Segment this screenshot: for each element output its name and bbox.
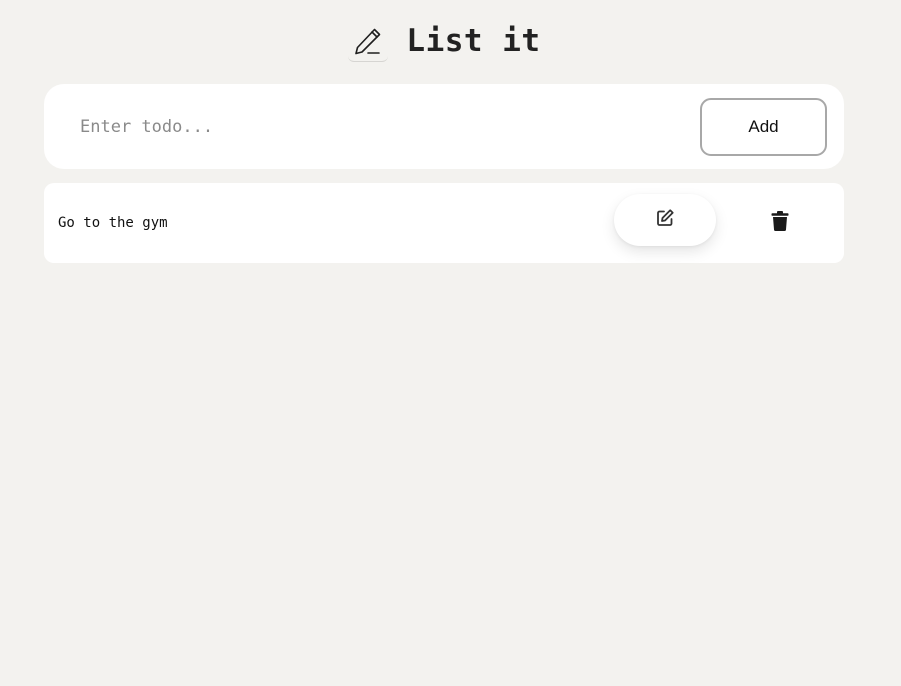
todo-input[interactable]	[80, 116, 700, 137]
edit-button[interactable]	[614, 194, 716, 246]
pencil-icon	[348, 20, 389, 62]
todo-input-card: Add	[44, 84, 844, 169]
todo-text: Go to the gym	[58, 215, 168, 231]
trash-icon	[771, 211, 789, 235]
edit-icon	[655, 208, 675, 232]
app-header: List it	[0, 20, 901, 62]
add-button[interactable]: Add	[700, 97, 827, 156]
app-title: List it	[406, 23, 541, 59]
delete-button[interactable]	[756, 203, 804, 243]
todo-item: Go to the gym	[44, 183, 844, 263]
